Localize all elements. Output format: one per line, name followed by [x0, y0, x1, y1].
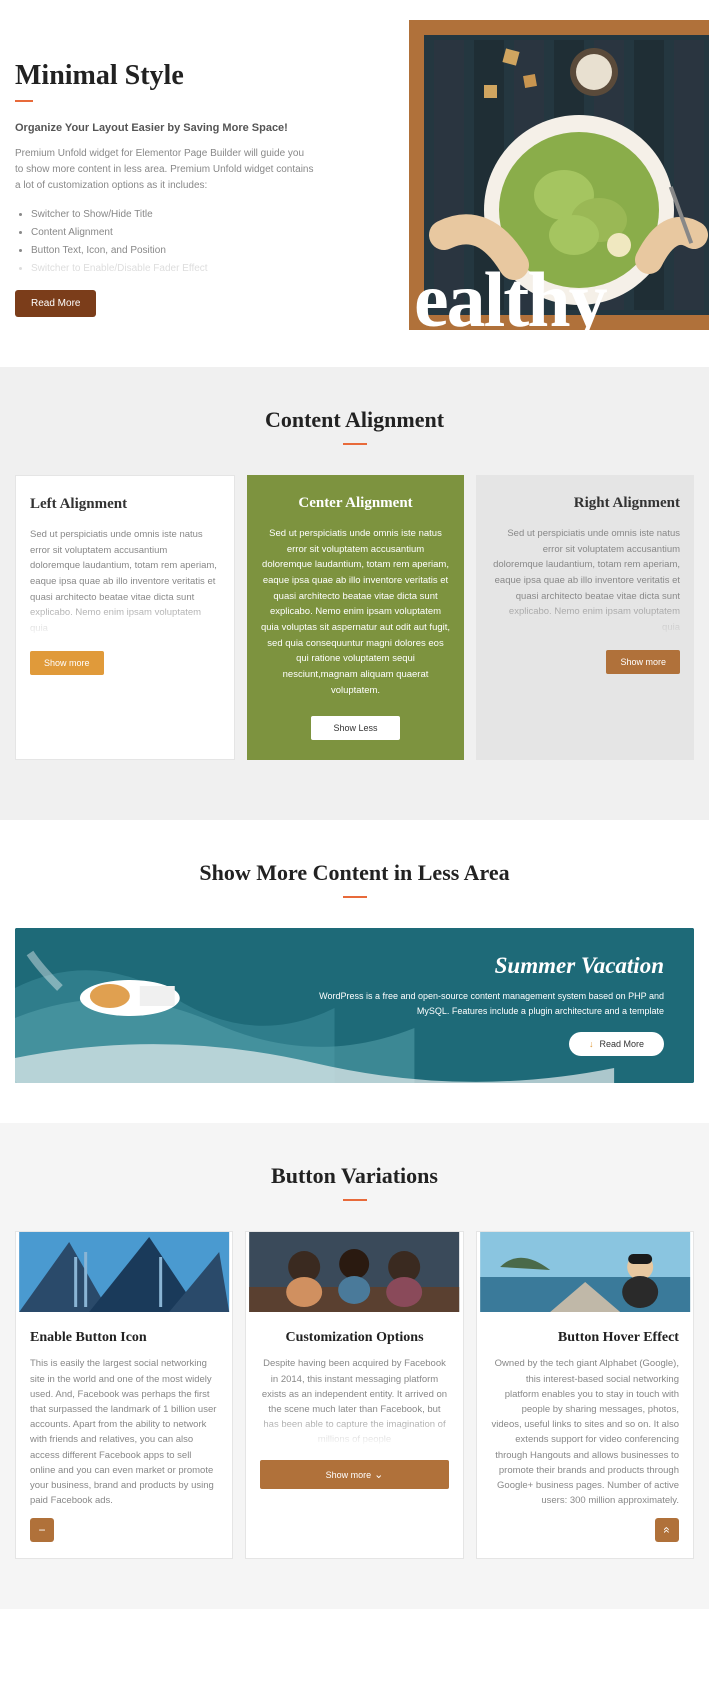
section-heading: Button Variations	[15, 1163, 694, 1189]
content-alignment-section: Content Alignment Left Alignment Sed ut …	[0, 367, 709, 820]
list-item: Switcher to Show/Hide Title	[31, 206, 315, 224]
collapse-button[interactable]: −	[30, 1518, 54, 1542]
people-image	[246, 1232, 462, 1312]
banner-title: Summer Vacation	[294, 953, 664, 979]
hero-section: Minimal Style Organize Your Layout Easie…	[0, 0, 709, 357]
divider	[343, 896, 367, 898]
hero-title: Minimal Style	[15, 60, 315, 92]
hero-image-container: ealthy	[379, 20, 709, 330]
read-more-button[interactable]: Read More	[569, 1032, 664, 1056]
card-text: Owned by the tech giant Alphabet (Google…	[491, 1356, 679, 1508]
boat-image	[477, 1232, 693, 1312]
button-hover-effect-card: Button Hover Effect Owned by the tech gi…	[476, 1231, 694, 1559]
center-alignment-card: Center Alignment Sed ut perspiciatis und…	[247, 475, 465, 760]
section-heading: Show More Content in Less Area	[15, 860, 694, 886]
show-more-button[interactable]: Show more	[30, 651, 104, 675]
card-text: This is easily the largest social networ…	[30, 1356, 218, 1508]
card-title: Left Alignment	[30, 496, 220, 513]
list-item: Content Alignment	[31, 224, 315, 242]
card-title: Enable Button Icon	[30, 1330, 218, 1346]
building-image	[16, 1232, 232, 1312]
customization-options-card: Customization Options Despite having bee…	[245, 1231, 463, 1559]
enable-button-icon-card: Enable Button Icon This is easily the la…	[15, 1231, 233, 1559]
card-text: Sed ut perspiciatis unde omnis iste natu…	[490, 526, 680, 636]
divider	[15, 100, 33, 102]
show-less-button[interactable]: Show Less	[311, 716, 399, 740]
divider	[343, 443, 367, 445]
scroll-top-button[interactable]: «	[655, 1518, 679, 1542]
list-item: Button Text, Icon, and Position	[31, 242, 315, 260]
show-more-button[interactable]: Show more	[260, 1460, 448, 1489]
card-title: Center Alignment	[261, 495, 451, 512]
hero-description: Premium Unfold widget for Elementor Page…	[15, 146, 315, 194]
banner-text: WordPress is a free and open-source cont…	[294, 989, 664, 1018]
card-title: Right Alignment	[490, 495, 680, 512]
card-text: Despite having been acquired by Facebook…	[260, 1356, 448, 1446]
left-alignment-card: Left Alignment Sed ut perspiciatis unde …	[15, 475, 235, 760]
card-title: Customization Options	[260, 1330, 448, 1346]
card-title: Button Hover Effect	[491, 1330, 679, 1346]
right-alignment-card: Right Alignment Sed ut perspiciatis unde…	[476, 475, 694, 760]
summer-vacation-banner: Summer Vacation WordPress is a free and …	[15, 928, 694, 1083]
show-more-section: Show More Content in Less Area Summer Va…	[0, 820, 709, 1123]
list-item: Switcher to Enable/Disable Fader Effect	[31, 260, 315, 278]
card-text: Sed ut perspiciatis unde omnis iste natu…	[30, 527, 220, 637]
hero-big-text: ealthy	[414, 255, 606, 345]
read-more-button[interactable]: Read More	[15, 290, 96, 317]
card-text: Sed ut perspiciatis unde omnis iste natu…	[261, 526, 451, 698]
button-variations-section: Button Variations Enable Button Icon Thi…	[0, 1123, 709, 1609]
hero-subtitle: Organize Your Layout Easier by Saving Mo…	[15, 122, 315, 134]
section-heading: Content Alignment	[15, 407, 694, 433]
show-more-button[interactable]: Show more	[606, 650, 680, 674]
divider	[343, 1199, 367, 1201]
hero-feature-list: Switcher to Show/Hide Title Content Alig…	[15, 206, 315, 278]
